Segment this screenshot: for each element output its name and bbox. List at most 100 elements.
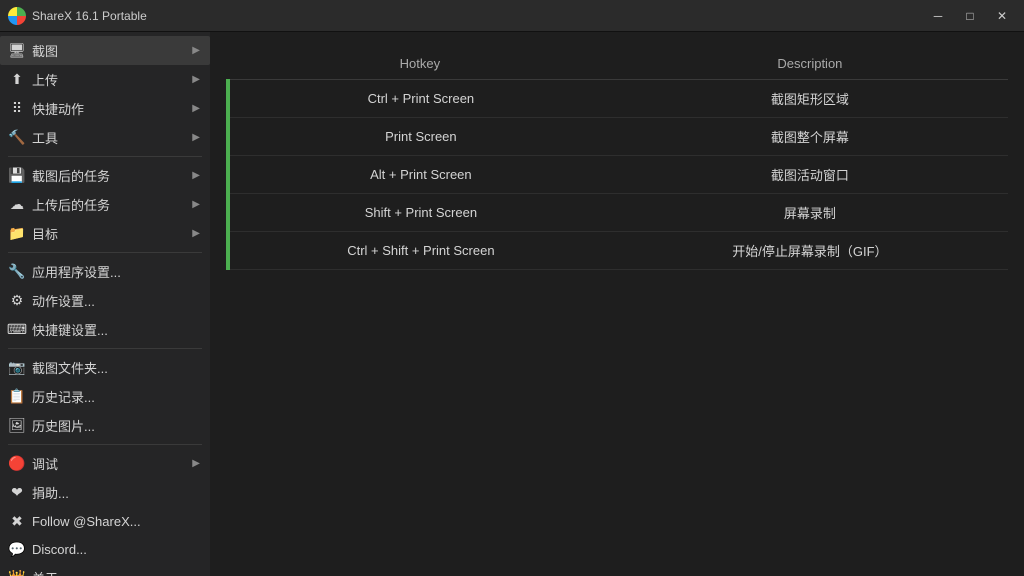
sidebar-label-about: 关于...: [32, 568, 69, 576]
sidebar-label-quick-actions: 快捷动作: [32, 99, 84, 118]
sidebar-item-donate[interactable]: ❤ 捐助...: [0, 478, 210, 507]
sidebar-item-left-image-history: 🖼 历史图片...: [8, 416, 95, 435]
sidebar-item-after-capture[interactable]: 💾截图后的任务 ▶: [0, 161, 210, 190]
sidebar-label-hotkey-settings: 快捷键设置...: [32, 320, 108, 339]
sidebar-divider: [8, 348, 202, 349]
sidebar-label-follow: Follow @ShareX...: [32, 514, 141, 529]
app-settings-icon: 🔧: [8, 263, 26, 281]
hotkey-cell-3: Shift + Print Screen: [228, 194, 612, 232]
sidebar-label-destination: 目标: [32, 224, 58, 243]
image-history-icon: 🖼: [8, 417, 26, 435]
tools-icon: 🔨: [8, 129, 26, 147]
sidebar-label-history: 历史记录...: [32, 387, 95, 406]
sidebar-item-destination[interactable]: 📁目标 ▶: [0, 219, 210, 248]
sidebar-item-left-after-capture: 💾截图后的任务: [8, 166, 110, 185]
after-capture-icon: 💾: [8, 167, 26, 185]
sidebar-label-action-settings: 动作设置...: [32, 291, 95, 310]
sidebar-item-left-hotkey-settings: ⌨ 快捷键设置...: [8, 320, 108, 339]
sidebar-arrow-capture: ▶: [192, 45, 200, 56]
sidebar-divider: [8, 444, 202, 445]
capture-folder-icon: 📷: [8, 359, 26, 377]
sidebar-arrow-tools: ▶: [192, 132, 200, 143]
sidebar-item-left-donate: ❤ 捐助...: [8, 483, 69, 502]
sidebar-item-capture[interactable]: 🖥截图 ▶: [0, 36, 210, 65]
sidebar-arrow-debug: ▶: [192, 458, 200, 469]
sidebar-item-discord[interactable]: 💬Discord...: [0, 535, 210, 563]
sidebar-item-left-after-upload: ☁ 上传后的任务: [8, 195, 110, 214]
sidebar-item-hotkey-settings[interactable]: ⌨ 快捷键设置...: [0, 315, 210, 344]
sidebar-label-upload: 上传: [32, 70, 58, 89]
sidebar-label-capture-folder: 截图文件夹...: [32, 358, 108, 377]
sidebar-item-left-debug: 🔴 调试: [8, 454, 58, 473]
sidebar-item-capture-folder[interactable]: 📷 截图文件夹...: [0, 353, 210, 382]
close-button[interactable]: ✕: [988, 6, 1016, 26]
sidebar-item-about[interactable]: 👑 关于...: [0, 563, 210, 576]
sidebar-item-left-app-settings: 🔧 应用程序设置...: [8, 262, 121, 281]
sidebar-item-left-capture-folder: 📷 截图文件夹...: [8, 358, 108, 377]
hotkey-cell-1: Print Screen: [228, 118, 612, 156]
sidebar-arrow-destination: ▶: [192, 228, 200, 239]
sidebar-item-app-settings[interactable]: 🔧 应用程序设置...: [0, 257, 210, 286]
sidebar-arrow-upload: ▶: [192, 74, 200, 85]
sidebar-item-history[interactable]: 📋 历史记录...: [0, 382, 210, 411]
sidebar-label-tools: 工具: [32, 128, 58, 147]
hotkey-settings-icon: ⌨: [8, 321, 26, 339]
sidebar-item-left-quick-actions: ⠿ 快捷动作: [8, 99, 84, 118]
action-settings-icon: ⚙: [8, 292, 26, 310]
sidebar-item-tools[interactable]: 🔨 工具 ▶: [0, 123, 210, 152]
window-controls: ─ □ ✕: [924, 6, 1016, 26]
sidebar-item-action-settings[interactable]: ⚙ 动作设置...: [0, 286, 210, 315]
content-area: Hotkey Description Ctrl + Print Screen截图…: [210, 32, 1024, 576]
hotkey-row-2[interactable]: Alt + Print Screen截图活动窗口: [228, 156, 1008, 194]
debug-icon: 🔴: [8, 455, 26, 473]
sidebar-item-follow[interactable]: ✖ Follow @ShareX...: [0, 507, 210, 535]
hotkey-row-1[interactable]: Print Screen截图整个屏幕: [228, 118, 1008, 156]
sidebar-arrow-after-capture: ▶: [192, 170, 200, 181]
sidebar-item-after-upload[interactable]: ☁ 上传后的任务 ▶: [0, 190, 210, 219]
sidebar-item-quick-actions[interactable]: ⠿ 快捷动作 ▶: [0, 94, 210, 123]
hotkey-row-3[interactable]: Shift + Print Screen屏幕录制: [228, 194, 1008, 232]
hotkey-row-0[interactable]: Ctrl + Print Screen截图矩形区域: [228, 80, 1008, 118]
sidebar-arrow-after-upload: ▶: [192, 199, 200, 210]
sidebar-label-image-history: 历史图片...: [32, 416, 95, 435]
description-cell-3: 屏幕录制: [612, 194, 1008, 232]
sidebar-divider: [8, 252, 202, 253]
sidebar-label-app-settings: 应用程序设置...: [32, 262, 121, 281]
main-layout: 🖥截图 ▶ ⬆ 上传 ▶ ⠿ 快捷动作 ▶ 🔨 工具 ▶ 💾截图后的任务 ▶ ☁ 上传后的任务 ▶ 📁目标 ▶ 🔧 应…: [0, 32, 1024, 576]
follow-icon: ✖: [8, 512, 26, 530]
hotkey-cell-0: Ctrl + Print Screen: [228, 80, 612, 118]
sidebar-item-upload[interactable]: ⬆ 上传 ▶: [0, 65, 210, 94]
history-icon: 📋: [8, 388, 26, 406]
sidebar-item-left-about: 👑 关于...: [8, 568, 69, 576]
discord-icon: 💬: [8, 540, 26, 558]
sidebar-item-image-history[interactable]: 🖼 历史图片...: [0, 411, 210, 440]
sidebar-label-capture: 截图: [32, 41, 58, 60]
app-icon: [8, 7, 26, 25]
sidebar-item-left-follow: ✖ Follow @ShareX...: [8, 512, 141, 530]
app-title: ShareX 16.1 Portable: [32, 9, 147, 23]
col-hotkey-header: Hotkey: [228, 48, 612, 80]
after-upload-icon: ☁: [8, 196, 26, 214]
donate-icon: ❤: [8, 484, 26, 502]
sidebar-item-left-tools: 🔨 工具: [8, 128, 58, 147]
sidebar-item-left-capture: 🖥截图: [8, 41, 58, 60]
hotkey-cell-4: Ctrl + Shift + Print Screen: [228, 232, 612, 270]
sidebar: 🖥截图 ▶ ⬆ 上传 ▶ ⠿ 快捷动作 ▶ 🔨 工具 ▶ 💾截图后的任务 ▶ ☁ 上传后的任务 ▶ 📁目标 ▶ 🔧 应…: [0, 32, 210, 576]
col-description-header: Description: [612, 48, 1008, 80]
sidebar-item-debug[interactable]: 🔴 调试 ▶: [0, 449, 210, 478]
upload-icon: ⬆: [8, 71, 26, 89]
sidebar-label-donate: 捐助...: [32, 483, 69, 502]
sidebar-item-left-destination: 📁目标: [8, 224, 58, 243]
description-cell-1: 截图整个屏幕: [612, 118, 1008, 156]
about-icon: 👑: [8, 569, 26, 576]
sidebar-label-after-upload: 上传后的任务: [32, 195, 110, 214]
sidebar-arrow-quick-actions: ▶: [192, 103, 200, 114]
sidebar-label-debug: 调试: [32, 454, 58, 473]
titlebar-left: ShareX 16.1 Portable: [8, 7, 147, 25]
quick-actions-icon: ⠿: [8, 100, 26, 118]
maximize-button[interactable]: □: [956, 6, 984, 26]
sidebar-item-left-history: 📋 历史记录...: [8, 387, 95, 406]
hotkey-cell-2: Alt + Print Screen: [228, 156, 612, 194]
minimize-button[interactable]: ─: [924, 6, 952, 26]
hotkey-row-4[interactable]: Ctrl + Shift + Print Screen开始/停止屏幕录制（GIF…: [228, 232, 1008, 270]
